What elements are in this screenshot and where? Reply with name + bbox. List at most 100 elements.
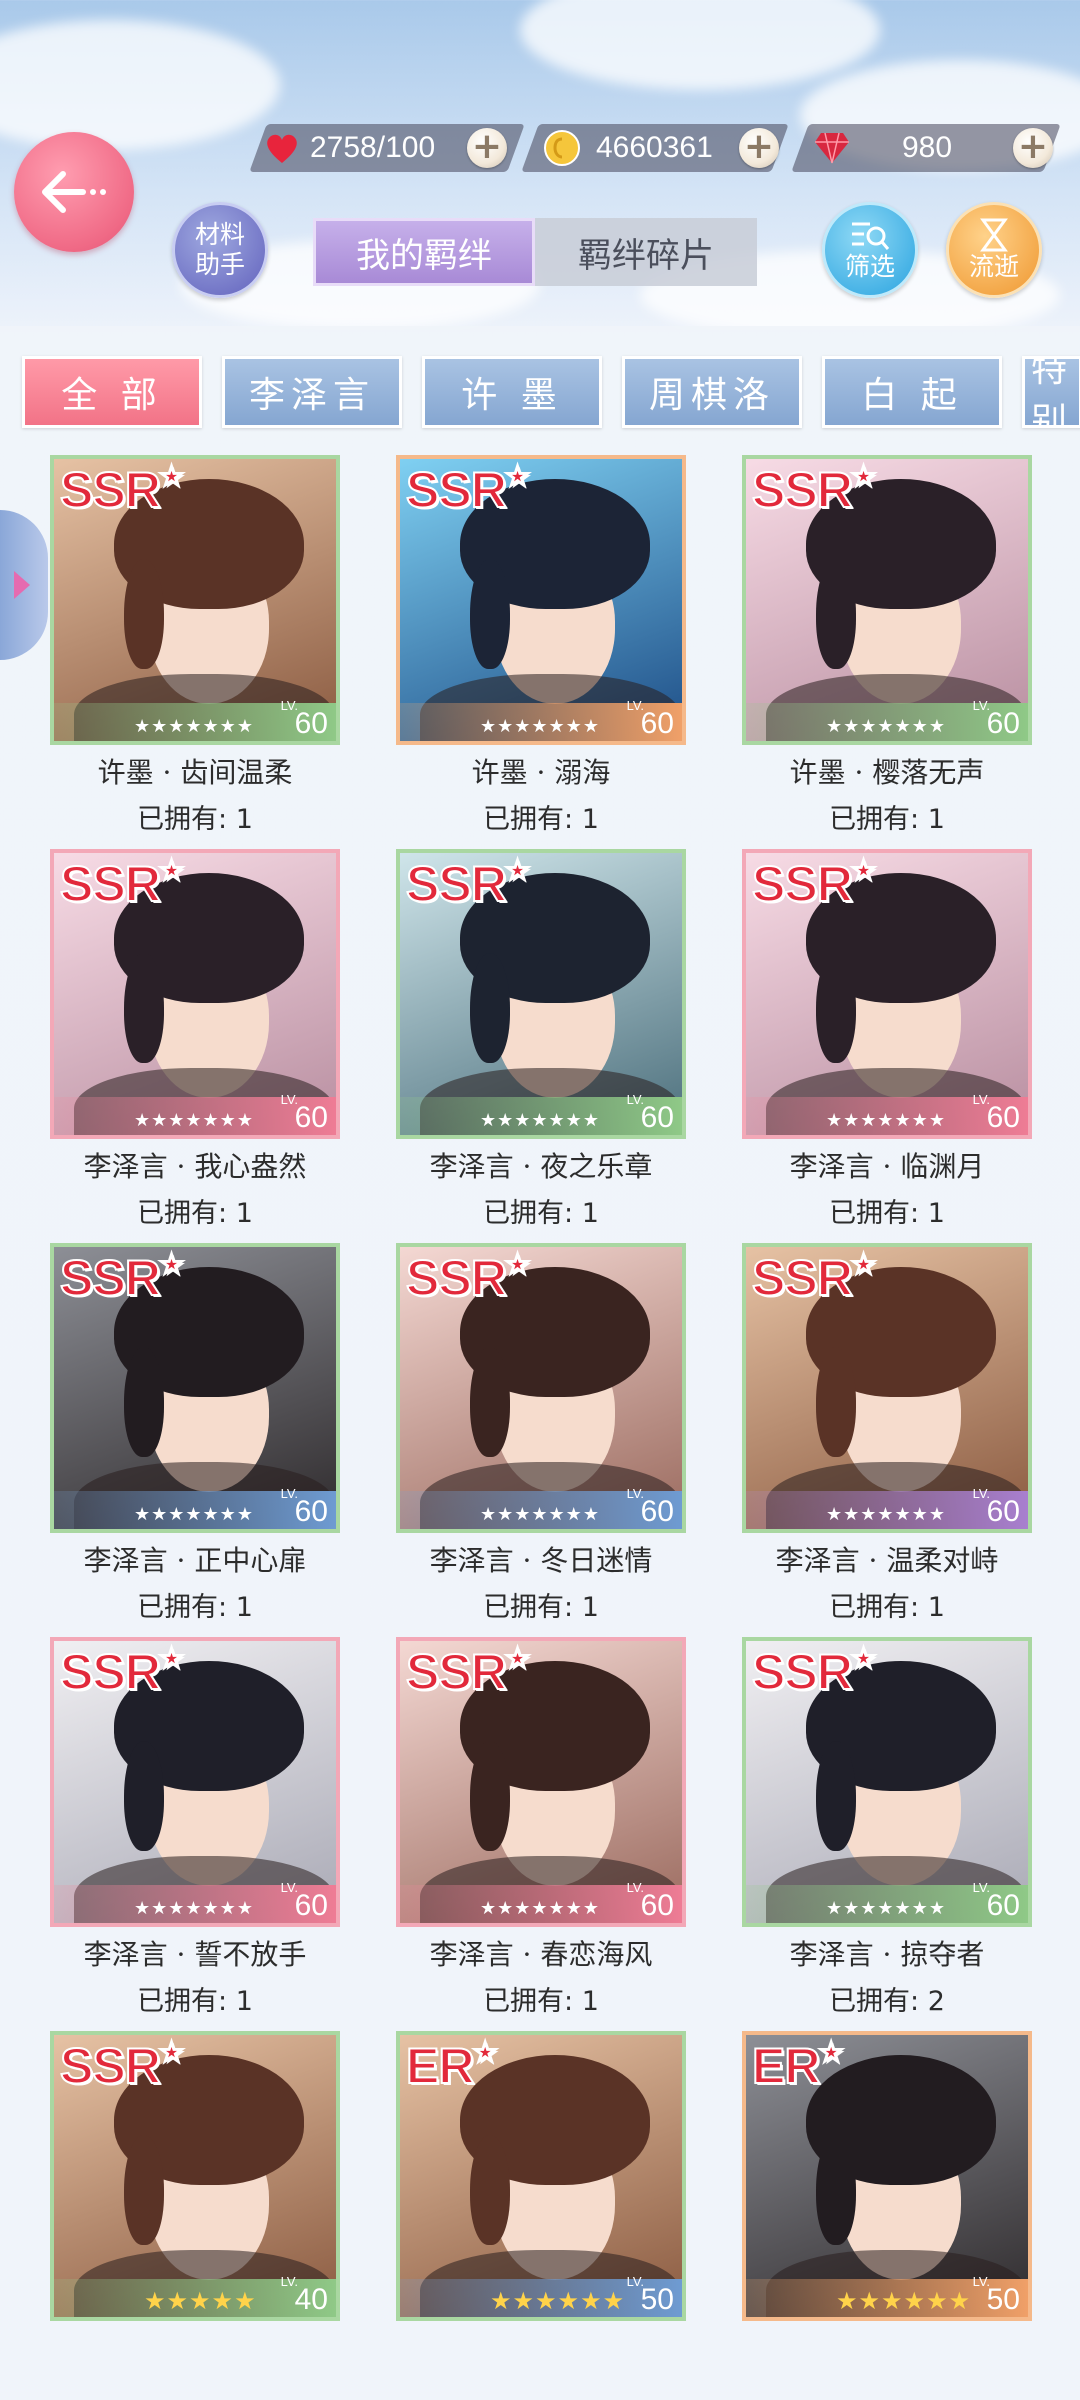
- card-owned-count: 已拥有: 1: [829, 804, 945, 835]
- card-owned-count: 已拥有: 1: [829, 1198, 945, 1229]
- star-rating: ★★★★★★★: [134, 1504, 254, 1525]
- card-level-band: ★★★★★★★ LV. 60: [746, 1092, 1028, 1135]
- card-frame: SSR★ ★★★★★★★ LV. 60: [396, 455, 686, 745]
- card-name: 李泽言 · 温柔对峙: [775, 1544, 999, 1577]
- flow-button[interactable]: 流逝: [946, 202, 1042, 298]
- bond-card[interactable]: SSR★ ★★★★★★★ LV. 60 李泽言 · 春恋海风 已拥有: 1: [396, 1637, 686, 2018]
- card-level: LV. 60: [626, 1486, 674, 1528]
- star-rating: ★★★★★★★: [826, 1898, 946, 1919]
- tab-bond-fragments-label: 羁绊碎片: [578, 235, 714, 276]
- bond-card[interactable]: SSR★ ★★★★★★★ LV. 60 李泽言 · 正中心扉 已拥有: 1: [50, 1243, 340, 1624]
- card-frame: ER★ ★★★★★★ LV. 50: [396, 2031, 686, 2321]
- add-stamina-button[interactable]: +: [467, 128, 507, 168]
- filter-chip-xu-mo[interactable]: 许 墨: [422, 356, 602, 428]
- diamond-value: 980: [902, 131, 953, 164]
- back-button[interactable]: [14, 132, 134, 252]
- rarity-badge: SSR★: [405, 460, 530, 519]
- bond-card[interactable]: SSR★ ★★★★★★★ LV. 60 许墨 · 溺海 已拥有: 1: [396, 455, 686, 836]
- card-level: LV. 60: [626, 698, 674, 740]
- bond-tabs: 我的羁绊 羁绊碎片: [313, 218, 757, 286]
- card-owned-count: 已拥有: 1: [137, 804, 253, 835]
- tab-bond-fragments[interactable]: 羁绊碎片: [535, 218, 757, 286]
- rarity-badge: SSR★: [59, 1642, 184, 1701]
- card-level-band: ★★★★★ LV. 40: [54, 2274, 336, 2317]
- card-level-band: ★★★★★★★ LV. 60: [54, 1486, 336, 1529]
- card-frame: SSR★ ★★★★★★★ LV. 60: [50, 1637, 340, 1927]
- star-rating: ★★★★★★★: [134, 716, 254, 737]
- card-name: 李泽言 · 我心盎然: [83, 1150, 307, 1183]
- card-name: 李泽言 · 冬日迷情: [429, 1544, 653, 1577]
- star-rating: ★★★★★★★: [826, 716, 946, 737]
- filter-chip-li-zeyan[interactable]: 李泽言: [222, 356, 402, 428]
- card-name: 李泽言 · 夜之乐章: [429, 1150, 653, 1183]
- card-frame: SSR★ ★★★★★★★ LV. 60: [396, 849, 686, 1139]
- filter-chip-label: 白 起: [861, 375, 963, 416]
- card-level-band: ★★★★★★★ LV. 60: [54, 698, 336, 741]
- card-owned-count: 已拥有: 2: [829, 1986, 945, 2017]
- bond-card[interactable]: SSR★ ★★★★★ LV. 40: [50, 2031, 340, 2327]
- bond-card[interactable]: SSR★ ★★★★★★★ LV. 60 李泽言 · 掠夺者 已拥有: 2: [742, 1637, 1032, 2018]
- card-level: LV. 60: [972, 1880, 1020, 1922]
- add-diamond-button[interactable]: +: [1013, 128, 1053, 168]
- bond-card[interactable]: SSR★ ★★★★★★★ LV. 60 李泽言 · 我心盎然 已拥有: 1: [50, 849, 340, 1230]
- card-frame: SSR★ ★★★★★★★ LV. 60: [50, 849, 340, 1139]
- bond-card[interactable]: SSR★ ★★★★★★★ LV. 60 许墨 · 樱落无声 已拥有: 1: [742, 455, 1032, 836]
- card-name: 许墨 · 齿间温柔: [97, 756, 293, 789]
- star-rating: ★★★★★★★: [134, 1898, 254, 1919]
- star-rating: ★★★★★★★: [480, 716, 600, 737]
- card-name: 李泽言 · 誓不放手: [83, 1938, 307, 1971]
- star-rating: ★★★★★★★: [480, 1898, 600, 1919]
- bond-card[interactable]: ER★ ★★★★★★ LV. 50: [396, 2031, 686, 2327]
- material-helper-button[interactable]: 材料助手: [172, 202, 268, 298]
- card-level-band: ★★★★★★★ LV. 60: [54, 1880, 336, 1923]
- card-frame: SSR★ ★★★★★★★ LV. 60: [742, 1637, 1032, 1927]
- bond-card[interactable]: SSR★ ★★★★★★★ LV. 60 李泽言 · 冬日迷情 已拥有: 1: [396, 1243, 686, 1624]
- card-owned-count: 已拥有: 1: [829, 1592, 945, 1623]
- rarity-badge: SSR★: [751, 1248, 876, 1307]
- filter-chip-zhou-qiluo[interactable]: 周棋洛: [622, 356, 802, 428]
- card-owned-count: 已拥有: 1: [483, 804, 599, 835]
- filter-chip-all[interactable]: 全 部: [22, 356, 202, 428]
- card-level-band: ★★★★★★ LV. 50: [400, 2274, 682, 2317]
- star-rating: ★★★★★★★: [826, 1110, 946, 1131]
- tab-my-bonds[interactable]: 我的羁绊: [313, 218, 535, 286]
- add-gold-button[interactable]: +: [739, 128, 779, 168]
- tab-my-bonds-label: 我的羁绊: [356, 235, 492, 276]
- rarity-badge: SSR★: [59, 460, 184, 519]
- filter-button[interactable]: 筛选: [822, 202, 918, 298]
- star-rating: ★★★★★★: [490, 2287, 626, 2315]
- card-frame: SSR★ ★★★★★★★ LV. 60: [742, 1243, 1032, 1533]
- star-rating: ★★★★★★★: [480, 1110, 600, 1131]
- star-rating: ★★★★★★★: [826, 1504, 946, 1525]
- rarity-badge: SSR★: [59, 1248, 184, 1307]
- card-owned-count: 已拥有: 1: [137, 1198, 253, 1229]
- star-rating: ★★★★★★: [836, 2287, 972, 2315]
- card-level-band: ★★★★★★★ LV. 60: [400, 1880, 682, 1923]
- bond-card[interactable]: SSR★ ★★★★★★★ LV. 60 李泽言 · 夜之乐章 已拥有: 1: [396, 849, 686, 1230]
- bond-card[interactable]: SSR★ ★★★★★★★ LV. 60 李泽言 · 温柔对峙 已拥有: 1: [742, 1243, 1032, 1624]
- bond-card[interactable]: ER★ ★★★★★★ LV. 50: [742, 2031, 1032, 2327]
- filter-chip-label: 周棋洛: [648, 375, 775, 416]
- card-name: 李泽言 · 临渊月: [789, 1150, 985, 1183]
- card-level-band: ★★★★★★★ LV. 60: [746, 1486, 1028, 1529]
- card-level-band: ★★★★★★★ LV. 60: [400, 1092, 682, 1135]
- bond-card[interactable]: SSR★ ★★★★★★★ LV. 60 许墨 · 齿间温柔 已拥有: 1: [50, 455, 340, 836]
- filter-chip-label: 特别: [1031, 356, 1074, 428]
- chevron-right-icon: [14, 571, 30, 599]
- card-level-band: ★★★★★★ LV. 50: [746, 2274, 1028, 2317]
- bond-card[interactable]: SSR★ ★★★★★★★ LV. 60 李泽言 · 临渊月 已拥有: 1: [742, 849, 1032, 1230]
- card-level: LV. 60: [972, 1092, 1020, 1134]
- rarity-badge: SSR★: [751, 460, 876, 519]
- rarity-badge: ER★: [405, 2036, 498, 2095]
- filter-chip-bai-qi[interactable]: 白 起: [822, 356, 1002, 428]
- rarity-badge: SSR★: [751, 1642, 876, 1701]
- filter-chip-special[interactable]: 特别: [1022, 356, 1080, 428]
- bond-card[interactable]: SSR★ ★★★★★★★ LV. 60 李泽言 · 誓不放手 已拥有: 1: [50, 1637, 340, 2018]
- card-level: LV. 60: [972, 1486, 1020, 1528]
- card-level: LV. 40: [280, 2274, 328, 2316]
- card-owned-count: 已拥有: 1: [137, 1592, 253, 1623]
- star-rating: ★★★★★: [144, 2287, 257, 2315]
- search-list-icon: [852, 222, 890, 250]
- filter-chip-label: 许 墨: [461, 375, 563, 416]
- back-arrow-icon: [42, 171, 106, 213]
